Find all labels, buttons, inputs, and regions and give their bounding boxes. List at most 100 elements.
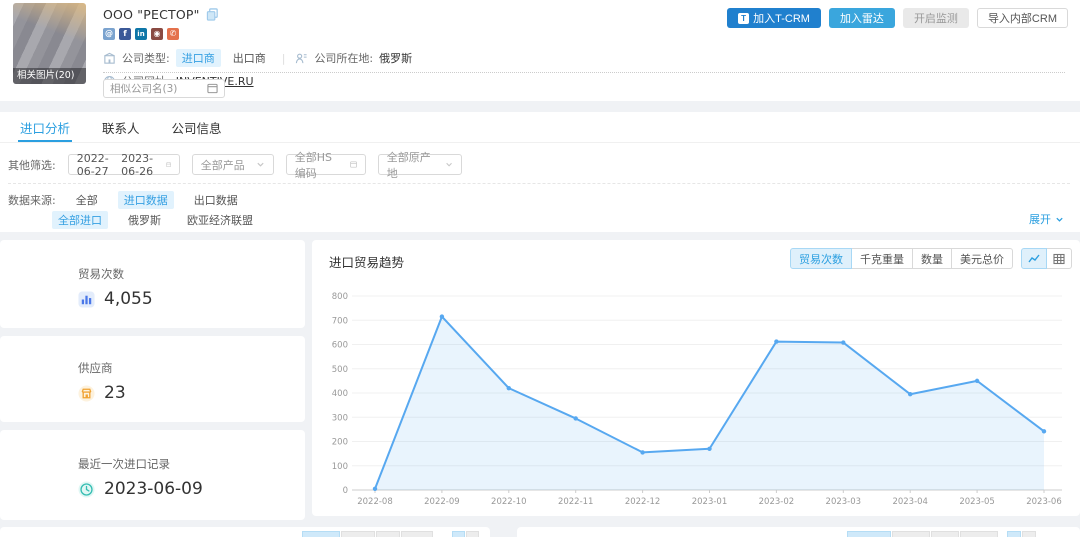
svg-text:600: 600	[332, 341, 348, 351]
chart-title: 进口贸易趋势	[329, 252, 404, 271]
table-icon[interactable]	[1046, 248, 1072, 269]
website-icon[interactable]: @	[103, 28, 115, 40]
related-images-label[interactable]: 相关图片(20)	[13, 68, 86, 84]
svg-text:2023-05: 2023-05	[959, 497, 995, 507]
clock-icon	[78, 481, 95, 498]
calendar-icon	[166, 160, 171, 169]
data-source-label: 数据来源:	[8, 192, 56, 208]
stat-card-trade-count: 贸易次数 4,055	[0, 240, 305, 328]
metric-quantity[interactable]: 数量	[912, 248, 952, 269]
svg-text:200: 200	[332, 438, 348, 448]
bottom-card-left	[0, 527, 490, 537]
svg-text:2023-04: 2023-04	[892, 497, 928, 507]
type-chip-exporter[interactable]: 出口商	[227, 49, 272, 67]
stat-label: 供应商	[78, 360, 305, 376]
metric-segmented-control[interactable]	[847, 531, 998, 537]
svg-text:2022-09: 2022-09	[424, 497, 460, 507]
source-option-import[interactable]: 进口数据	[118, 191, 174, 209]
start-monitor-button[interactable]: 开启监测	[903, 8, 969, 28]
building-icon	[103, 52, 116, 65]
hs-code-value: 全部HS编码	[295, 149, 342, 181]
product-select[interactable]: 全部产品	[192, 154, 274, 175]
dotted-separator	[103, 72, 1065, 73]
company-photo[interactable]: 相关图片(20)	[13, 3, 86, 84]
view-toggle[interactable]	[452, 531, 479, 537]
svg-text:2022-08: 2022-08	[357, 497, 393, 507]
svg-text:700: 700	[332, 316, 348, 326]
phone-icon[interactable]: ✆	[167, 28, 179, 40]
stat-value: 23	[104, 383, 126, 403]
chevron-down-icon	[256, 160, 265, 169]
metric-segmented-control: 贸易次数 千克重量 数量 美元总价	[790, 248, 1013, 269]
instagram-icon[interactable]: ◉	[151, 28, 163, 40]
stat-value: 4,055	[104, 289, 153, 309]
metric-trade-count[interactable]: 贸易次数	[790, 248, 852, 269]
svg-text:2022-11: 2022-11	[558, 497, 594, 507]
sub-option-all-import[interactable]: 全部进口	[52, 211, 108, 229]
company-name: OOO "PECTOP"	[103, 7, 200, 22]
tab-import-analysis[interactable]: 进口分析	[18, 112, 72, 142]
store-icon	[78, 385, 95, 402]
metric-usd-total[interactable]: 美元总价	[951, 248, 1013, 269]
add-tcrm-label: 加入T-CRM	[753, 10, 810, 26]
tcrm-icon: T	[738, 13, 749, 24]
stat-label: 最近一次进口记录	[78, 456, 305, 472]
tab-company-info[interactable]: 公司信息	[170, 112, 224, 142]
add-radar-button[interactable]: 加入雷达	[829, 8, 895, 28]
view-toggle	[1021, 248, 1072, 269]
line-chart-icon[interactable]	[1021, 248, 1047, 269]
view-toggle[interactable]	[1007, 531, 1036, 537]
metric-segmented-control[interactable]	[302, 531, 433, 537]
stat-card-last-import: 最近一次进口记录 2023-06-09	[0, 430, 305, 520]
metric-kg-weight[interactable]: 千克重量	[851, 248, 913, 269]
import-crm-button[interactable]: 导入内部CRM	[977, 8, 1068, 28]
svg-text:2023-03: 2023-03	[826, 497, 862, 507]
chevron-down-icon	[1055, 215, 1064, 224]
expand-toggle[interactable]: 展开	[1029, 211, 1064, 227]
hs-code-select[interactable]: 全部HS编码	[286, 154, 366, 175]
trend-line-chart[interactable]: 01002003004005006007008002022-082022-092…	[314, 282, 1074, 512]
svg-text:2022-12: 2022-12	[625, 497, 661, 507]
divider: |	[282, 52, 286, 65]
date-end: 2023-06-26	[121, 152, 157, 178]
date-range-input[interactable]: 2022-06-27 2023-06-26	[68, 154, 180, 175]
social-icons: @ f in ◉ ✆	[103, 28, 412, 40]
facebook-icon[interactable]: f	[119, 28, 131, 40]
svg-text:2023-02: 2023-02	[759, 497, 795, 507]
tabs-filters-band: 进口分析 联系人 公司信息 其他筛选: 2022-06-27 2023-06-2…	[0, 112, 1080, 232]
import-trend-chart-card: 进口贸易趋势 贸易次数 千克重量 数量 美元总价 010020030040050…	[312, 240, 1080, 516]
bar-chart-icon	[78, 291, 95, 308]
origin-select[interactable]: 全部原产地	[378, 154, 462, 175]
other-filter-label: 其他筛选:	[8, 157, 56, 173]
window-icon	[207, 83, 218, 94]
linkedin-icon[interactable]: in	[135, 28, 147, 40]
source-option-export[interactable]: 出口数据	[188, 191, 244, 209]
svg-text:100: 100	[332, 462, 348, 472]
stat-value: 2023-06-09	[104, 479, 203, 499]
sub-option-eaeu[interactable]: 欧亚经济联盟	[181, 211, 259, 229]
tab-bar: 进口分析 联系人 公司信息	[0, 112, 1080, 143]
window-icon	[350, 160, 357, 169]
similar-companies-label: 相似公司名(3)	[110, 81, 177, 96]
svg-text:2022-10: 2022-10	[491, 497, 527, 507]
product-select-value: 全部产品	[201, 157, 245, 173]
copy-icon[interactable]	[206, 8, 219, 21]
sub-option-russia[interactable]: 俄罗斯	[122, 211, 167, 229]
company-header: 相关图片(20) OOO "PECTOP" @ f in ◉ ✆	[0, 0, 1080, 101]
page: 相关图片(20) OOO "PECTOP" @ f in ◉ ✆	[0, 0, 1080, 537]
svg-text:2023-06: 2023-06	[1026, 497, 1062, 507]
svg-text:2023-01: 2023-01	[692, 497, 728, 507]
bottom-card-right	[517, 527, 1080, 537]
stat-label: 贸易次数	[78, 266, 305, 282]
company-type-label: 公司类型:	[122, 50, 170, 66]
source-option-all[interactable]: 全部	[70, 191, 104, 209]
dashed-separator	[8, 183, 1070, 184]
expand-label: 展开	[1029, 211, 1051, 227]
svg-text:300: 300	[332, 413, 348, 423]
type-chip-importer[interactable]: 进口商	[176, 49, 221, 67]
date-start: 2022-06-27	[77, 152, 113, 178]
add-tcrm-button[interactable]: T 加入T-CRM	[727, 8, 821, 28]
similar-companies-box[interactable]: 相似公司名(3)	[103, 79, 225, 98]
svg-text:800: 800	[332, 292, 348, 302]
tab-contacts[interactable]: 联系人	[100, 112, 142, 142]
